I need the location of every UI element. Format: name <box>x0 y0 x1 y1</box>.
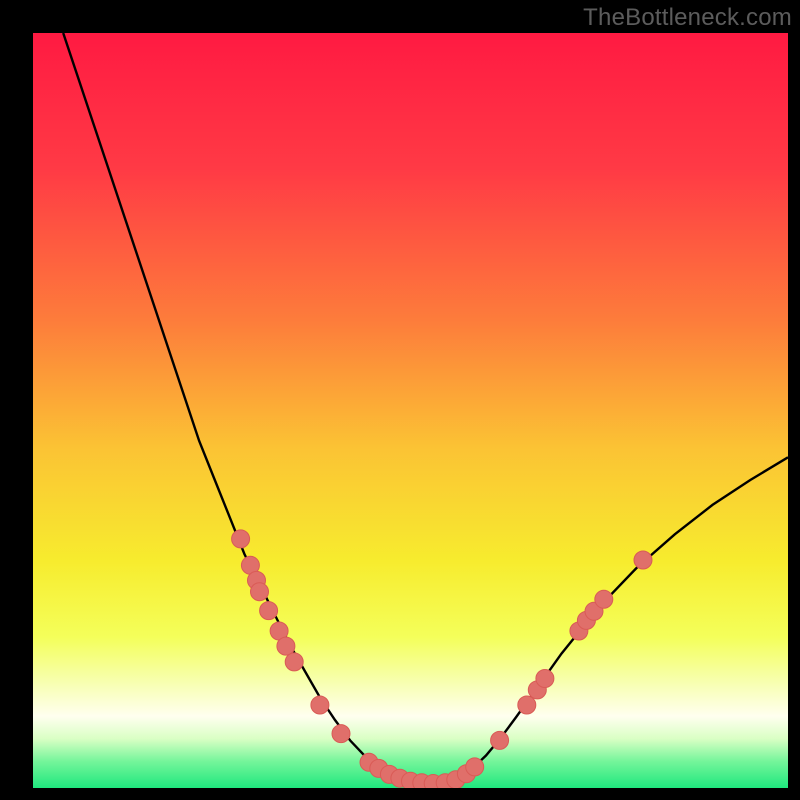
curve-marker <box>277 637 295 655</box>
curve-marker <box>491 731 509 749</box>
curve-marker <box>536 670 554 688</box>
curve-marker <box>634 551 652 569</box>
curve-marker <box>518 696 536 714</box>
curve-marker <box>332 725 350 743</box>
curve-marker <box>311 696 329 714</box>
curve-marker <box>595 590 613 608</box>
curve-marker <box>251 583 269 601</box>
chart-svg <box>33 33 788 788</box>
curve-marker <box>260 602 278 620</box>
watermark-text: TheBottleneck.com <box>583 4 792 32</box>
curve-marker <box>285 653 303 671</box>
curve-marker <box>466 758 484 776</box>
bottleneck-curve <box>63 33 788 784</box>
outer-frame: TheBottleneck.com <box>0 0 800 800</box>
plot-area <box>33 33 788 788</box>
curve-markers <box>232 530 652 788</box>
curve-marker <box>232 530 250 548</box>
